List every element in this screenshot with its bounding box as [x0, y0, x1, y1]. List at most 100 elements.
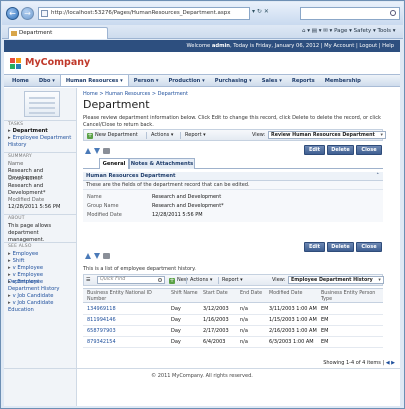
edit-button-bottom[interactable]: Edit [304, 242, 325, 252]
summary-label: Group Name [8, 176, 41, 182]
field-value: Research and Development [152, 194, 222, 200]
tab-notes-attachments[interactable]: Notes & Attachments [129, 158, 195, 169]
company-logo-icon [10, 58, 22, 70]
next-record-icon[interactable] [94, 148, 100, 154]
table-row[interactable]: 879342154 Day 6/4/2003 n/a 6/3/2003 1:00 AM E… [83, 337, 383, 348]
next-record-icon[interactable] [94, 253, 100, 259]
close-button-bottom[interactable]: Close [356, 242, 382, 252]
see-also-link[interactable]: Employee [8, 251, 74, 258]
edit-button[interactable]: Edit [304, 145, 325, 155]
search-icon[interactable] [390, 10, 396, 16]
tab-general[interactable]: General [99, 158, 129, 169]
menu-item[interactable]: Sales ▾ [257, 75, 287, 86]
table-cell[interactable]: 658797903 [87, 328, 116, 334]
table-cell[interactable]: 811994146 [87, 317, 116, 323]
collapse-icon[interactable]: ˄ [376, 172, 379, 181]
see-also-link[interactable]: Shift [8, 258, 74, 265]
task-department[interactable]: Department [8, 128, 74, 135]
table-cell[interactable]: 134969118 [87, 306, 116, 312]
table-cell: n/a [240, 317, 248, 323]
main-content: Home > Human Resources > Department Depa… [83, 88, 395, 406]
history-toolbar: ☰ Quick Find + New Actions ▾ Report ▾ Vie… [83, 274, 384, 286]
view-selector[interactable]: Review Human Resources Department [268, 131, 386, 139]
field-label: Name [87, 194, 102, 200]
table-cell: EM [321, 328, 329, 334]
welcome-prefix: Welcome [186, 43, 212, 49]
task-employee-department-history[interactable]: Employee Department History [8, 135, 74, 149]
table-cell: EM [321, 317, 329, 323]
table-cell: Day [171, 317, 181, 323]
table-cell: 3/12/2003 [203, 306, 229, 312]
column-header[interactable]: Modified Date [269, 291, 319, 297]
delete-button[interactable]: Delete [327, 145, 354, 155]
breadcrumb[interactable]: Home > Human Resources > Department [83, 91, 188, 97]
menu-item[interactable]: Purchasing ▾ [210, 75, 257, 86]
column-header[interactable]: Shift Name [171, 291, 201, 297]
menu-item[interactable]: Membership [320, 75, 366, 86]
table-row[interactable]: 134969118 Day 3/12/2003 n/a 3/11/2003 1:00 A… [83, 304, 383, 315]
favorites-icon [11, 31, 17, 36]
close-button[interactable]: Close [356, 145, 382, 155]
back-icon[interactable]: ← [6, 7, 19, 20]
report-menu[interactable]: Report ▾ [185, 130, 206, 140]
menu-item[interactable]: Reports [287, 75, 320, 86]
see-also-link[interactable]: v Employee [8, 265, 74, 272]
column-header[interactable]: Business Entity Person Type [321, 291, 381, 302]
see-also-link[interactable]: v Employee Department History [8, 279, 74, 293]
menu-item[interactable]: Home [7, 75, 34, 86]
about-text: This page allows department management. [8, 223, 52, 243]
browser-toolbar: ← → http://localhost:53276/Pages/HumanRe… [2, 2, 403, 25]
web-page: Welcome admin, Today is Friday, January … [4, 40, 400, 406]
browser-tab-row: Department ⌂ ▾ ▤ ▾ ✉ ▾ Page ▾ Safety ▾ T… [2, 25, 403, 39]
page-title: Department [83, 98, 150, 111]
welcome-suffix[interactable]: , Today is Friday, January 06, 2012 | My… [230, 43, 394, 49]
summary-label: Name [8, 161, 24, 167]
see-also-link[interactable]: v Job Candidate [8, 293, 74, 300]
search-icon[interactable] [158, 278, 162, 282]
menu-item[interactable]: Dbo ▾ [34, 75, 60, 86]
table-cell: EM [321, 306, 329, 312]
menu-item[interactable]: Human Resources ▾ [59, 75, 129, 86]
browser-search-box[interactable] [300, 7, 400, 20]
browser-tab[interactable]: Department [8, 27, 108, 39]
print-icon[interactable] [103, 253, 110, 259]
summary-value: 12/28/2011 5:56 PM [8, 204, 61, 210]
history-description: This is a list of employee department hi… [83, 266, 196, 272]
delete-button-bottom[interactable]: Delete [327, 242, 354, 252]
history-report-menu[interactable]: Report ▾ [222, 275, 243, 285]
refresh-stop-icons[interactable]: ▾ ↻ ✕ [252, 8, 296, 19]
print-icon[interactable] [103, 148, 110, 154]
table-row[interactable]: 811994146 Day 1/16/2003 n/a 1/15/2003 1:00 A… [83, 315, 383, 326]
actions-menu[interactable]: Actions ▾ [151, 130, 173, 140]
see-also-link[interactable]: v Job Candidate Education [8, 300, 74, 314]
table-cell: 2/16/2003 1:00 AM [269, 328, 317, 334]
table-cell: Day [171, 339, 181, 345]
browser-tab-title: Department [19, 30, 53, 36]
table-cell: 3/11/2003 1:00 AM [269, 306, 317, 312]
previous-record-icon[interactable] [85, 253, 91, 259]
new-department-button[interactable]: + New Department [87, 130, 138, 140]
column-header[interactable]: Business Entity National ID Number [87, 291, 157, 302]
previous-record-icon[interactable] [85, 148, 91, 154]
table-cell: 2/17/2003 [203, 328, 229, 334]
main-menu: Home Dbo ▾ Human Resources ▾ Person ▾ Produc… [4, 74, 400, 87]
table-cell: Day [171, 328, 181, 334]
address-bar[interactable]: http://localhost:53276/Pages/HumanResour… [38, 7, 250, 20]
history-view-label: View: [272, 277, 286, 283]
column-header[interactable]: Start Date [203, 291, 238, 297]
menu-item[interactable]: Person ▾ [129, 75, 164, 86]
table-cell[interactable]: 879342154 [87, 339, 116, 345]
browser-command-bar[interactable]: ⌂ ▾ ▤ ▾ ✉ ▾ Page ▾ Safety ▾ Tools ▾ [302, 28, 396, 34]
column-header[interactable]: End Date [240, 291, 268, 297]
pager-nav-icons[interactable]: ◀ ▶ [386, 360, 395, 366]
grid-menu-icon[interactable]: ☰ [86, 275, 90, 285]
table-row[interactable]: 658797903 Day 2/17/2003 n/a 2/16/2003 1:00 A… [83, 326, 383, 337]
forward-icon[interactable]: → [21, 7, 34, 20]
form-tabs: General Notes & Attachments [83, 158, 383, 169]
history-view-selector[interactable]: Employee Department History [288, 276, 384, 284]
quick-find-input[interactable]: Quick Find [97, 276, 165, 284]
table-cell: EM [321, 339, 329, 345]
sidebar: TASKS Department Employee Department His… [4, 88, 77, 406]
history-actions-menu[interactable]: Actions ▾ [190, 275, 212, 285]
menu-item[interactable]: Production ▾ [163, 75, 209, 86]
